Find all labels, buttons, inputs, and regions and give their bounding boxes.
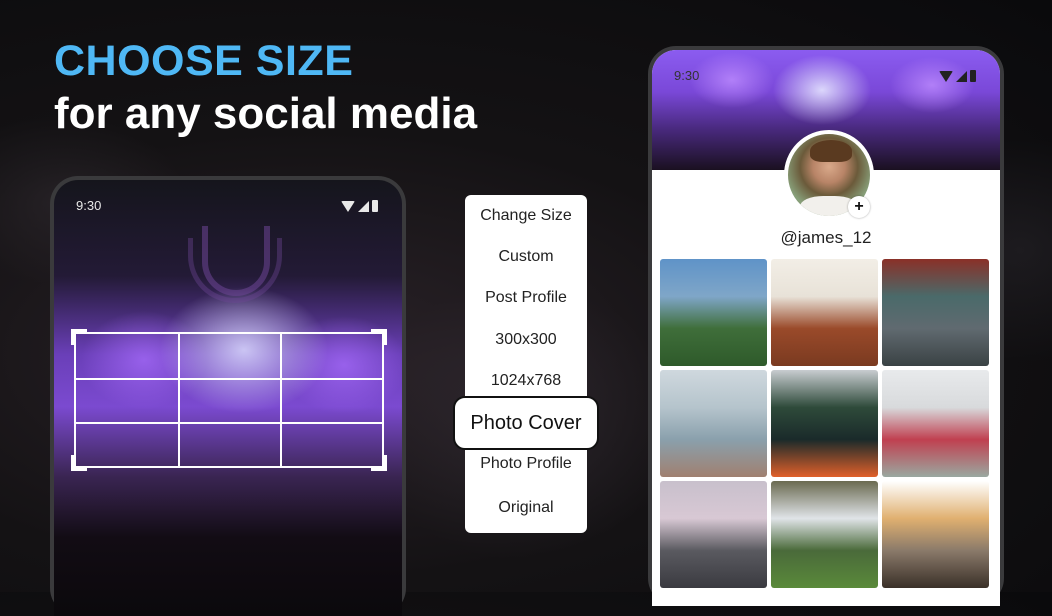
friends-laughing-photo[interactable] xyxy=(882,370,989,477)
waterfall-photo[interactable] xyxy=(771,481,878,588)
crop-handle-bottom-left[interactable] xyxy=(71,455,87,471)
crop-grid-line xyxy=(76,377,382,380)
headline-subtitle: for any social media xyxy=(54,89,478,138)
menu-item-photo-profile[interactable]: Photo Profile xyxy=(465,443,587,485)
crop-handle-top-left[interactable] xyxy=(71,329,87,345)
add-photo-button[interactable]: + xyxy=(848,196,870,218)
crop-screen: 9:30 xyxy=(54,180,402,616)
profile-screen: 9:30 + @james_12 xyxy=(652,50,1000,606)
holding-hands-photo[interactable] xyxy=(660,370,767,477)
crop-handle-top-right[interactable] xyxy=(371,329,387,345)
friends-photo[interactable] xyxy=(771,259,878,366)
menu-item-custom[interactable]: Custom xyxy=(465,236,587,278)
headline-title: CHOOSE SIZE xyxy=(54,37,354,85)
avatar-hair xyxy=(810,140,852,162)
status-bar: 9:30 xyxy=(54,198,402,218)
wifi-icon xyxy=(939,71,953,82)
mountain-road-photo[interactable] xyxy=(660,481,767,588)
crop-frame[interactable] xyxy=(71,329,387,471)
size-menu: Change Size Custom Post Profile 300x300 … xyxy=(453,195,599,533)
lighthouse-photo[interactable] xyxy=(660,259,767,366)
cellular-signal-icon xyxy=(358,201,369,212)
kayak-fjord-photo[interactable] xyxy=(771,370,878,477)
status-time: 9:30 xyxy=(76,198,102,213)
cellular-signal-icon xyxy=(956,71,967,82)
menu-item-post-profile[interactable]: Post Profile xyxy=(465,277,587,319)
crop-grid-line xyxy=(177,334,180,466)
menu-item-original[interactable]: Original xyxy=(465,487,587,529)
menu-item-300x300[interactable]: 300x300 xyxy=(465,319,587,361)
crop-handle-bottom-right[interactable] xyxy=(371,455,387,471)
crop-grid-line xyxy=(76,421,382,424)
battery-icon xyxy=(372,200,378,212)
crop-phone-mockup: 9:30 xyxy=(50,176,406,616)
photo-grid xyxy=(660,259,992,588)
cyclist-photo[interactable] xyxy=(882,259,989,366)
road-map-photo[interactable] xyxy=(882,481,989,588)
menu-item-photo-cover[interactable]: Photo Cover xyxy=(453,396,599,450)
headline: CHOOSE SIZE for any social media xyxy=(54,38,477,140)
menu-item-change-size[interactable]: Change Size xyxy=(465,195,587,237)
crop-grid-line xyxy=(279,334,282,466)
battery-icon xyxy=(970,70,976,82)
stage-logo-inner xyxy=(202,226,270,296)
wifi-icon xyxy=(341,201,355,212)
status-time: 9:30 xyxy=(674,68,700,83)
profile-phone-mockup: 9:30 + @james_12 xyxy=(648,46,1004,606)
username: @james_12 xyxy=(780,228,872,247)
